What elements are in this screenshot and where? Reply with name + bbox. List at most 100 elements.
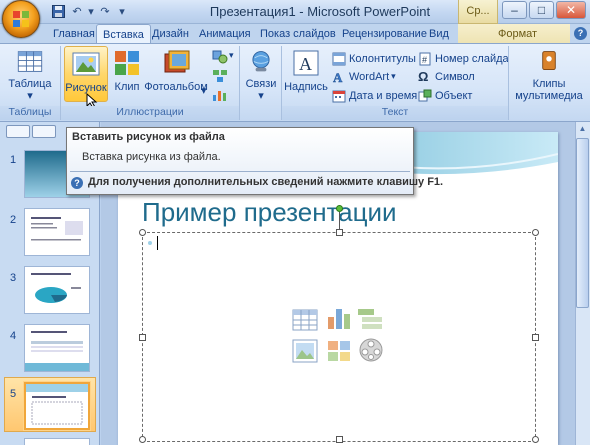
- svg-text:A: A: [333, 70, 343, 84]
- datetime-button[interactable]: Дата и время: [332, 87, 417, 104]
- picture-icon: [72, 52, 100, 76]
- tab-view[interactable]: Вид: [423, 24, 455, 44]
- slide-number: 4: [10, 330, 17, 342]
- object-button[interactable]: Объект: [418, 87, 472, 104]
- tooltip-divider: [70, 171, 410, 172]
- office-button[interactable]: [2, 0, 40, 38]
- symbol-label: Символ: [435, 70, 475, 83]
- slides-tab[interactable]: [6, 125, 30, 138]
- resize-handle[interactable]: [336, 229, 343, 236]
- media-clips-button[interactable]: Клипы мультимедиа: [511, 46, 587, 102]
- content-placeholder[interactable]: [142, 232, 536, 442]
- clipart-button-label: Клип: [114, 81, 140, 93]
- slide-number: 1: [10, 154, 17, 166]
- svg-text:A: A: [299, 54, 312, 74]
- slide-number-label: Номер слайда: [435, 52, 509, 65]
- slide-number: 5: [10, 388, 17, 400]
- insert-table-icon[interactable]: [292, 309, 318, 331]
- tab-format[interactable]: Формат: [458, 24, 570, 44]
- slide-number: 3: [10, 272, 17, 284]
- tooltip-body: Вставка рисунка из файла.: [82, 151, 221, 163]
- tab-animation[interactable]: Анимация: [193, 24, 257, 44]
- group-divider: [508, 46, 509, 120]
- table-button-label: Таблица: [8, 78, 52, 90]
- clipart-button[interactable]: Клип: [111, 46, 143, 102]
- help-icon: ?: [71, 177, 83, 189]
- slide-title[interactable]: Пример презентации: [142, 197, 397, 228]
- close-button[interactable]: ✕: [556, 1, 586, 19]
- symbol-button[interactable]: Ω Символ: [418, 68, 475, 85]
- textbox-icon: A: [293, 50, 319, 76]
- shapes-icon[interactable]: [212, 50, 228, 64]
- slide-thumbnail-5[interactable]: [24, 382, 90, 430]
- slide-thumbnail-6[interactable]: [24, 438, 90, 445]
- omega-icon: Ω: [418, 68, 429, 84]
- group-label-text: Текст: [282, 106, 508, 120]
- text-cursor: [157, 236, 158, 250]
- slide-thumbnail-4[interactable]: [24, 324, 90, 372]
- photo-album-button[interactable]: Фотоальбом ▾: [144, 46, 208, 102]
- media-clips-label-2: мультимедиа: [515, 90, 583, 102]
- insert-media-icon[interactable]: [358, 337, 384, 363]
- office-logo-icon: [13, 11, 29, 27]
- scroll-up-icon[interactable]: ▲: [577, 124, 588, 135]
- insert-picture-icon[interactable]: [292, 339, 318, 363]
- chevron-down-icon: ▾: [229, 50, 234, 60]
- object-label: Объект: [435, 89, 473, 102]
- resize-handle[interactable]: [532, 436, 539, 443]
- svg-text:#: #: [422, 55, 427, 65]
- resize-handle[interactable]: [532, 334, 539, 341]
- resize-handle[interactable]: [532, 229, 539, 236]
- redo-icon[interactable]: ↷: [97, 3, 113, 19]
- tab-review[interactable]: Рецензирование: [336, 24, 433, 44]
- photo-album-button-label: Фотоальбом: [144, 81, 208, 93]
- tab-insert[interactable]: Вставка: [96, 24, 151, 44]
- group-divider: [239, 46, 240, 120]
- resize-handle[interactable]: [139, 436, 146, 443]
- slide-thumbnail-3[interactable]: [24, 266, 90, 314]
- header-footer-button[interactable]: Колонтитулы: [332, 50, 416, 67]
- minimize-button[interactable]: –: [502, 1, 527, 19]
- header-footer-label: Колонтитулы: [349, 52, 416, 65]
- scrollbar-thumb[interactable]: [576, 138, 589, 308]
- insert-clipart-icon[interactable]: [326, 339, 352, 363]
- smartart-icon[interactable]: [212, 69, 228, 83]
- wordart-button[interactable]: A WordArt ▾: [332, 68, 396, 85]
- table-button[interactable]: Таблица ▾: [6, 46, 54, 102]
- resize-handle[interactable]: [139, 334, 146, 341]
- resize-handle[interactable]: [139, 229, 146, 236]
- wordart-label: WordArt: [349, 70, 390, 83]
- photo-album-icon: [164, 50, 190, 73]
- textbox-button[interactable]: A Надпись: [284, 46, 328, 102]
- group-label-tables: Таблицы: [0, 106, 60, 120]
- tab-home[interactable]: Главная: [47, 24, 101, 44]
- rotate-handle-stem: [339, 212, 340, 229]
- tab-slideshow[interactable]: Показ слайдов: [254, 24, 342, 44]
- tab-design[interactable]: Дизайн: [146, 24, 195, 44]
- table-icon: [17, 51, 43, 72]
- chevron-down-icon: ▾: [258, 90, 264, 102]
- insert-smartart-icon[interactable]: [356, 307, 384, 331]
- window-title: Презентация1 - Microsoft PowerPoint: [209, 4, 431, 19]
- wordart-icon: A: [333, 70, 343, 84]
- object-icon: [418, 89, 432, 101]
- contextual-tab-header: Ср...: [458, 0, 498, 24]
- save-icon[interactable]: [50, 3, 66, 19]
- slide-thumbnail-2[interactable]: [24, 208, 90, 256]
- tooltip-title: Вставить рисунок из файла: [72, 131, 225, 143]
- links-button[interactable]: Связи ▾: [244, 46, 278, 102]
- bullet-icon: [148, 241, 152, 245]
- customize-qat-icon[interactable]: ▾: [114, 3, 130, 19]
- slide-number-button[interactable]: # Номер слайда: [418, 50, 509, 67]
- outline-tab[interactable]: [32, 125, 56, 138]
- globe-link-icon: [252, 51, 270, 72]
- resize-handle[interactable]: [336, 436, 343, 443]
- insert-chart-icon[interactable]: [326, 305, 352, 331]
- calendar-icon: [332, 90, 346, 102]
- rotate-handle[interactable]: [336, 205, 343, 212]
- datetime-label: Дата и время: [349, 89, 418, 102]
- tooltip-help-text: Для получения дополнительных сведений на…: [88, 176, 444, 188]
- maximize-button[interactable]: □: [529, 1, 554, 19]
- help-icon[interactable]: ?: [574, 27, 587, 40]
- chart-icon[interactable]: [212, 88, 228, 102]
